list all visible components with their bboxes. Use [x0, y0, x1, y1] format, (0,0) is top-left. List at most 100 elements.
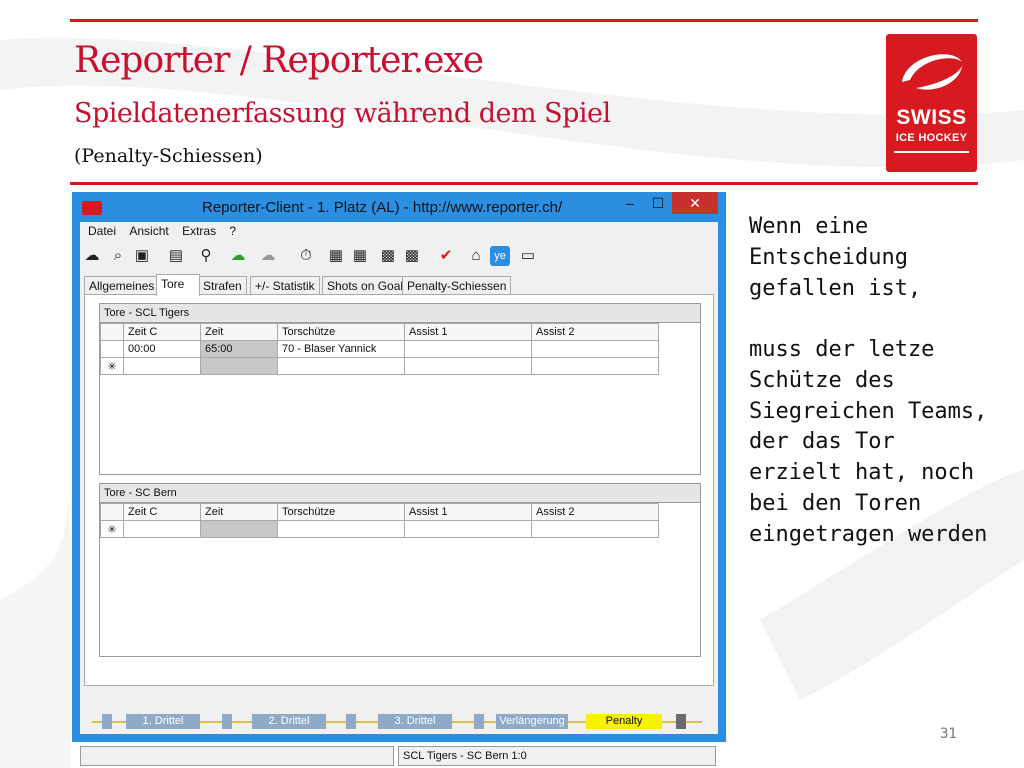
period-marker — [474, 714, 484, 729]
save-icon[interactable]: ▣ — [132, 246, 152, 266]
puck-swoosh-icon — [902, 54, 962, 90]
tab-allgemeines[interactable]: Allgemeines — [84, 276, 160, 295]
period-2-drittel[interactable]: 2. Drittel — [252, 714, 326, 729]
header-rule — [70, 182, 978, 185]
reporter-window: Reporter-Client - 1. Platz (AL) - http:/… — [72, 192, 726, 766]
cell-torschuetze[interactable]: 70 - Blaser Yannick — [277, 340, 405, 358]
menu-datei[interactable]: Datei — [88, 224, 116, 238]
col-zeit: Zeit — [200, 323, 278, 341]
yes-icon[interactable]: ye — [490, 246, 510, 266]
new-cell-torschuetze[interactable] — [277, 520, 405, 538]
logo-word-swiss: SWISS — [896, 106, 967, 129]
team-2-icon[interactable]: ▩ — [402, 246, 422, 266]
tab-panel-tore: Tore - SCL Tigers Zeit C Zeit Torschütze… — [84, 294, 714, 686]
tv-icon[interactable]: ▭ — [518, 246, 538, 266]
period-3-drittel[interactable]: 3. Drittel — [378, 714, 452, 729]
app-icon — [82, 201, 102, 215]
cloud-download-icon[interactable]: ☁ — [82, 246, 102, 266]
goals-table-scl-tigers: Zeit C Zeit Torschütze Assist 1 Assist 2… — [100, 323, 659, 375]
period-marker — [676, 714, 686, 729]
home-icon[interactable]: ⌂ — [466, 246, 486, 266]
window-titlebar[interactable]: Reporter-Client - 1. Platz (AL) - http:/… — [72, 192, 726, 222]
window-client: Datei Ansicht Extras ? ☁ ⌕ ▣ ▤ ⚲ ☁ ☁ ⏱ ▦… — [80, 222, 718, 766]
col-zeit: Zeit — [200, 503, 278, 521]
col-assist-1: Assist 1 — [404, 503, 532, 521]
cell-assist-2[interactable] — [531, 340, 659, 358]
new-cell-zeit — [200, 520, 278, 538]
toolbar: ☁ ⌕ ▣ ▤ ⚲ ☁ ☁ ⏱ ▦ ▦ ▩ ▩ ✔ ⌂ ye ▭ — [82, 246, 712, 268]
col-zeit-c: Zeit C — [123, 503, 201, 521]
row-header-cell[interactable] — [100, 340, 124, 358]
top-rule — [70, 19, 978, 22]
cell-zeit-c[interactable]: 00:00 — [123, 340, 201, 358]
tab-plus-minus-statistik[interactable]: +/- Statistik — [250, 276, 320, 295]
new-row[interactable]: ✳ — [100, 520, 659, 538]
explanation-text: Wenn eine Entscheidung gefallen ist, mus… — [749, 212, 989, 551]
team-icon[interactable]: ▩ — [378, 246, 398, 266]
new-cell-assist-2[interactable] — [531, 520, 659, 538]
slide-subtitle: Spieldatenerfassung während dem Spiel — [74, 98, 611, 129]
new-cell-assist-1[interactable] — [404, 520, 532, 538]
menu-bar: Datei Ansicht Extras ? — [80, 224, 238, 242]
period-verlaengerung[interactable]: Verlängerung — [496, 714, 568, 729]
tab-shots-on-goal[interactable]: Shots on Goal — [322, 276, 409, 295]
col-assist-1: Assist 1 — [404, 323, 532, 341]
stopwatch-icon[interactable]: ⏱ — [296, 246, 316, 266]
new-cell-zeit-c[interactable] — [123, 520, 201, 538]
lineup-icon[interactable]: ▦ — [326, 246, 346, 266]
col-assist-2: Assist 2 — [531, 503, 659, 521]
swiss-ice-hockey-logo: SWISS ICE HOCKEY — [886, 34, 977, 172]
row-header-cell — [100, 323, 124, 341]
tab-tore[interactable]: Tore — [156, 274, 200, 296]
close-button[interactable]: ✕ — [672, 192, 718, 214]
window-caption: Reporter-Client - 1. Platz (AL) - http:/… — [202, 199, 563, 216]
tab-penalty-schiessen[interactable]: Penalty-Schiessen — [402, 276, 512, 295]
logo-word-ice-hockey: ICE HOCKEY — [895, 132, 968, 144]
tab-strip: Allgemeines Tore Strafen +/- Statistik S… — [84, 274, 714, 296]
menu-extras[interactable]: Extras — [182, 224, 216, 238]
group-title: Tore - SCL Tigers — [100, 304, 700, 323]
new-row-marker-icon: ✳ — [100, 520, 124, 538]
checkmark-icon[interactable]: ✔ — [436, 246, 456, 266]
col-torschuetze: Torschütze — [277, 323, 405, 341]
new-row-marker-icon: ✳ — [100, 357, 124, 375]
new-row[interactable]: ✳ — [100, 357, 659, 375]
cell-zeit: 65:00 — [200, 340, 278, 358]
col-assist-2: Assist 2 — [531, 323, 659, 341]
slide-title: Reporter / Reporter.exe — [74, 40, 484, 81]
new-cell-assist-2[interactable] — [531, 357, 659, 375]
logo-underline — [894, 151, 969, 153]
clipboard-icon[interactable]: ▤ — [166, 246, 186, 266]
players-icon[interactable]: ⚲ — [196, 246, 216, 266]
new-cell-zeit-c[interactable] — [123, 357, 201, 375]
period-penalty[interactable]: Penalty — [586, 714, 662, 729]
table-header-row: Zeit C Zeit Torschütze Assist 1 Assist 2 — [100, 323, 659, 341]
period-marker — [346, 714, 356, 729]
group-title: Tore - SC Bern — [100, 484, 700, 503]
new-cell-assist-1[interactable] — [404, 357, 532, 375]
slide-note: (Penalty-Schiessen) — [74, 145, 263, 167]
period-marker — [222, 714, 232, 729]
explanation-paragraph-1: Wenn eine Entscheidung gefallen ist, — [749, 214, 922, 301]
table-header-row: Zeit C Zeit Torschütze Assist 1 Assist 2 — [100, 503, 659, 521]
period-marker — [102, 714, 112, 729]
status-score: SCL Tigers - SC Bern 1:0 — [398, 746, 716, 766]
menu-ansicht[interactable]: Ansicht — [129, 224, 168, 238]
cell-assist-1[interactable] — [404, 340, 532, 358]
period-1-drittel[interactable]: 1. Drittel — [126, 714, 200, 729]
cloud-upload-icon[interactable]: ☁ — [228, 246, 248, 266]
table-row[interactable]: 00:00 65:00 70 - Blaser Yannick — [100, 340, 659, 358]
game-progress-bar — [102, 734, 630, 738]
group-tore-sc-bern: Tore - SC Bern Zeit C Zeit Torschütze As… — [99, 483, 701, 657]
goals-table-sc-bern: Zeit C Zeit Torschütze Assist 1 Assist 2… — [100, 503, 659, 538]
lineup-2-icon[interactable]: ▦ — [350, 246, 370, 266]
status-bar-left — [80, 746, 394, 766]
maximize-button[interactable]: ☐ — [644, 192, 672, 214]
search-icon[interactable]: ⌕ — [108, 246, 128, 266]
minimize-button[interactable]: – — [616, 192, 644, 214]
menu-help[interactable]: ? — [229, 224, 236, 238]
new-cell-zeit — [200, 357, 278, 375]
tab-strafen[interactable]: Strafen — [198, 276, 247, 295]
page-number: 31 — [940, 726, 957, 742]
new-cell-torschuetze[interactable] — [277, 357, 405, 375]
